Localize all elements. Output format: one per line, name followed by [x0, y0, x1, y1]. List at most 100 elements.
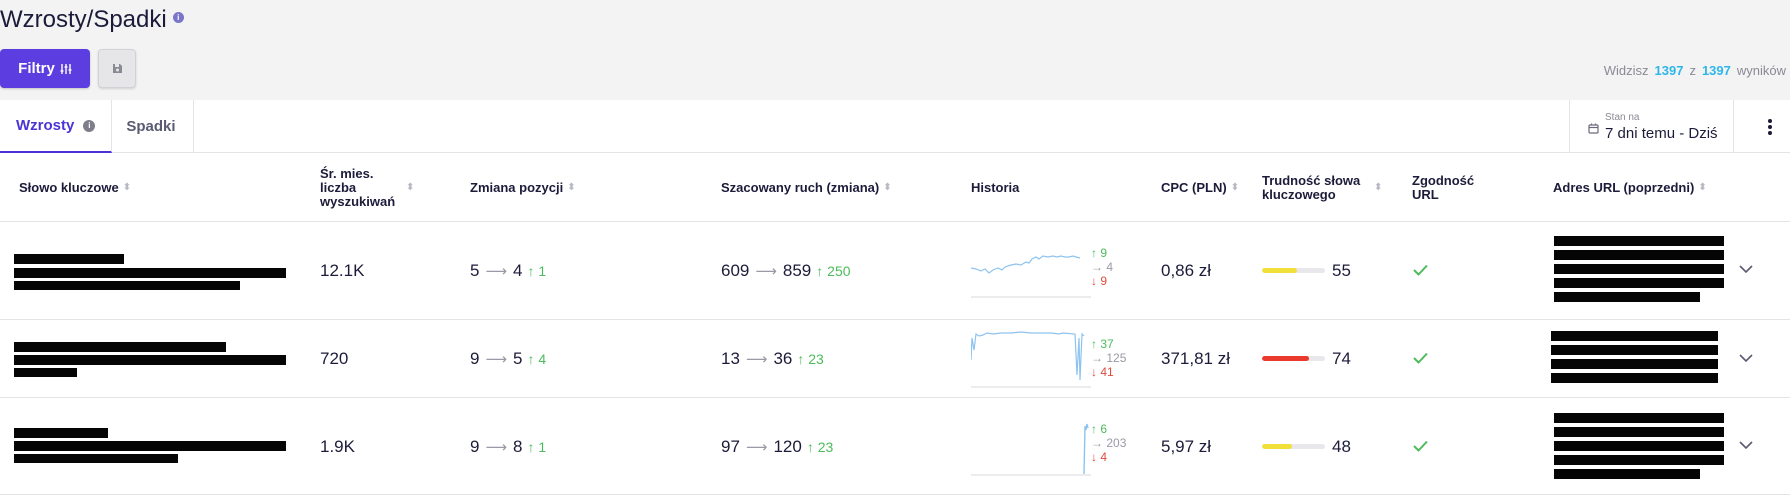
traffic-delta: ↑ 23 [806, 438, 834, 455]
url-redacted [1551, 345, 1718, 355]
date-filter-label: Stan na [1605, 111, 1640, 123]
col-volume-label: Śr. mies. liczba wyszukiwań [320, 165, 396, 209]
history-down: 9 [1100, 274, 1108, 288]
position-from: 9 [470, 349, 480, 368]
tab-wzrosty-label: Wzrosty [16, 117, 75, 134]
col-url[interactable]: Adres URL (poprzedni) ⬍ [1553, 153, 1707, 222]
url-redacted [1554, 278, 1724, 288]
position-to: 8 [512, 436, 523, 456]
traffic-delta-value: 23 [808, 351, 824, 367]
url-redacted [1554, 455, 1724, 465]
page-title-text: Wzrosty/Spadki [0, 6, 167, 33]
info-icon[interactable]: i [172, 11, 184, 23]
col-traffic-label: Szacowany ruch (zmiana) [721, 179, 880, 195]
cpc-value: 5,97 zł [1161, 436, 1212, 456]
traffic-change: 609 ⟶ 859 ↑ 250 [721, 222, 851, 320]
url-redacted [1554, 264, 1724, 274]
date-filter[interactable]: Stan na 7 dni temu - Dziś [1569, 100, 1734, 153]
col-keyword[interactable]: Słowo kluczowe ⬍ [19, 153, 131, 222]
url-redacted [1551, 359, 1718, 369]
keyword-redacted [14, 355, 286, 365]
history-down: 41 [1100, 365, 1114, 379]
col-history: Historia [971, 153, 1019, 222]
col-difficulty[interactable]: Trudność słowa kluczowego ⬍ [1262, 153, 1392, 222]
more-vertical-icon [1768, 118, 1772, 135]
filters-button[interactable]: Filtry [0, 49, 90, 88]
url-redacted [1554, 292, 1700, 302]
col-url-label: Adres URL (poprzedni) [1553, 179, 1695, 195]
col-keyword-label: Słowo kluczowe [19, 179, 119, 195]
url-redacted [1554, 427, 1724, 437]
date-filter-value: 7 dni temu - Dziś [1605, 124, 1718, 142]
difficulty-fill [1262, 444, 1293, 449]
results-count: Widzisz 1397 z 1397 wyników [1604, 63, 1786, 78]
col-difficulty-label: Trudność słowa kluczowego [1262, 172, 1361, 202]
position-delta: ↑ 4 [527, 351, 547, 367]
col-position-change-label: Zmiana pozycji [470, 179, 564, 195]
position-delta: ↑ 1 [527, 438, 547, 455]
tabs-bar: Wzrosty i Spadki Stan na 7 dni temu - Dz… [0, 100, 1790, 153]
results-prefix: Widzisz [1603, 63, 1649, 78]
col-history-label: Historia [971, 179, 1020, 195]
keyword-redacted [14, 268, 286, 278]
tab-wzrosty[interactable]: Wzrosty i [0, 100, 113, 153]
volume-value: 720 [320, 349, 349, 368]
sliders-icon [60, 63, 72, 74]
filters-button-label: Filtry [18, 60, 55, 77]
table-row[interactable]: 720 9 ⟶ 5 ↑ 4 13 ⟶ 36 ↑ 23 ↑ 37 → 125 ↓ 41 371… [0, 320, 1790, 398]
col-traffic[interactable]: Szacowany ruch (zmiana) ⬍ [721, 153, 892, 222]
history-sparkline [971, 331, 1091, 388]
chevron-down-icon[interactable] [1739, 354, 1753, 363]
history-down: 4 [1100, 450, 1108, 464]
difficulty-fill [1262, 356, 1309, 361]
position-from: 5 [470, 261, 480, 280]
table-row[interactable]: 1.9K 9 ⟶ 8 ↑ 1 97 ⟶ 120 ↑ 23 ↑ 6 → 203 ↓ 4 5,9… [0, 398, 1790, 495]
traffic-to: 36 [773, 349, 793, 368]
traffic-from: 609 [721, 261, 750, 280]
position-to: 4 [512, 261, 523, 280]
volume-value: 1.9K [320, 436, 355, 456]
check-icon [1413, 264, 1428, 276]
col-cpc-label: CPC (PLN) [1161, 179, 1227, 195]
position-delta-value: 4 [538, 351, 547, 367]
difficulty-bar [1262, 356, 1325, 361]
chevron-down-icon[interactable] [1739, 265, 1753, 274]
position-change: 5 ⟶ 4 ↑ 1 [470, 222, 546, 320]
check-icon [1413, 440, 1428, 452]
arrow-right-icon: ⟶ [485, 351, 507, 368]
col-position-change[interactable]: Zmiana pozycji ⬍ [470, 153, 576, 222]
difficulty-fill [1262, 268, 1297, 273]
tab-spadki[interactable]: Spadki [112, 100, 194, 153]
arrow-right-icon: ⟶ [485, 263, 507, 280]
cpc-value: 0,86 zł [1161, 261, 1212, 280]
url-redacted [1551, 373, 1718, 383]
history-stats: ↑ 37 → 125 ↓ 41 [1091, 337, 1127, 379]
url-redacted [1554, 441, 1724, 451]
check-icon [1413, 352, 1428, 364]
position-change: 9 ⟶ 8 ↑ 1 [470, 398, 546, 495]
more-options-button[interactable] [1750, 100, 1790, 153]
history-same: 203 [1106, 436, 1127, 450]
table-row[interactable]: 12.1K 5 ⟶ 4 ↑ 1 609 ⟶ 859 ↑ 250 ↑ 9 → 4 ↓ 9 0,… [0, 222, 1790, 320]
arrow-right-icon: ⟶ [745, 351, 768, 368]
tab-spadki-label: Spadki [126, 118, 176, 135]
results-panel: Wzrosty i Spadki Stan na 7 dni temu - Dz… [0, 100, 1790, 496]
col-volume[interactable]: Śr. mies. liczba wyszukiwań ⬍ [320, 153, 420, 222]
chevron-down-icon[interactable] [1739, 441, 1753, 450]
sort-icon: ⬍ [122, 181, 132, 193]
info-icon[interactable]: i [83, 119, 96, 132]
history-same: 125 [1106, 351, 1127, 365]
traffic-delta: ↑ 23 [797, 351, 824, 367]
table-header: Słowo kluczowe ⬍ Śr. mies. liczba wyszuki… [0, 153, 1790, 222]
col-cpc[interactable]: CPC (PLN) ⬍ [1161, 153, 1239, 222]
arrow-right-icon: ⟶ [485, 438, 507, 456]
keyword-redacted [14, 281, 240, 290]
traffic-to: 859 [782, 261, 812, 280]
save-button[interactable] [98, 49, 136, 88]
calendar-icon [1588, 123, 1599, 134]
difficulty-bar [1262, 268, 1325, 273]
history-stats: ↑ 6 → 203 ↓ 4 [1091, 422, 1127, 464]
keyword-redacted [14, 428, 108, 438]
traffic-to: 120 [773, 436, 802, 456]
url-redacted [1554, 413, 1724, 423]
